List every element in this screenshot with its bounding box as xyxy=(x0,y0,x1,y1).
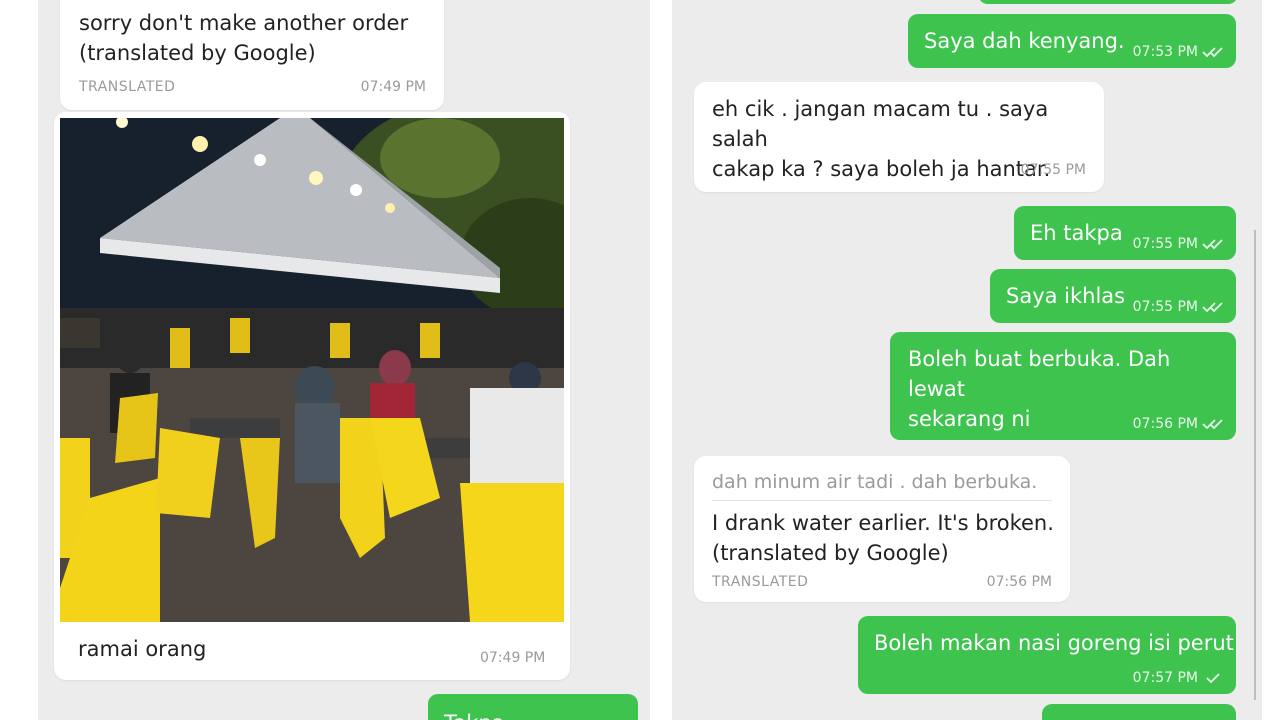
message-time: 07:57 PM xyxy=(1132,670,1198,686)
outgoing-message-partial-top[interactable] xyxy=(978,0,1238,4)
double-check-icon xyxy=(1202,419,1223,430)
message-meta: 07:53 PM xyxy=(1133,44,1224,60)
message-meta: 07:56 PM xyxy=(1133,416,1224,432)
incoming-translated-message[interactable]: sorry don't make another order (translat… xyxy=(60,0,444,110)
outgoing-message[interactable]: Saya dah kenyang. 07:53 PM xyxy=(908,14,1236,68)
message-text: I drank water earlier. It's broken. (tra… xyxy=(712,511,1054,565)
outgoing-message[interactable]: Boleh makan nasi goreng isi perut 07:57 … xyxy=(858,616,1236,694)
night-restaurant-photo xyxy=(60,118,564,622)
double-check-icon xyxy=(1202,47,1223,58)
outgoing-message-partial-bottom[interactable] xyxy=(1042,704,1236,720)
message-time: 07:49 PM xyxy=(360,79,426,95)
message-time: 07:55 PM xyxy=(1132,236,1198,252)
message-text: sorry don't make another order (translat… xyxy=(79,11,409,65)
message-text: Boleh makan nasi goreng isi perut xyxy=(874,631,1234,655)
photo-caption: ramai orang xyxy=(78,637,207,661)
double-check-icon xyxy=(1202,239,1223,250)
divider xyxy=(712,500,1052,501)
shared-photo[interactable] xyxy=(60,118,564,622)
outgoing-message[interactable]: Eh takpa 07:55 PM xyxy=(1014,206,1236,260)
chat-panel-right: Saya dah kenyang. 07:53 PM eh cik . jang… xyxy=(672,0,1262,720)
message-meta: 07:55 PM xyxy=(1133,299,1224,315)
single-check-icon xyxy=(1206,673,1220,684)
translated-tag: TRANSLATED xyxy=(79,79,176,95)
translated-tag: TRANSLATED xyxy=(712,574,809,590)
message-meta: 07:57 PM xyxy=(1133,670,1224,686)
message-meta: 07:55 PM xyxy=(1133,236,1224,252)
outgoing-message[interactable]: Boleh buat berbuka. Dah lewat sekarang n… xyxy=(890,332,1236,440)
message-time: 07:56 PM xyxy=(986,574,1052,590)
message-time: 07:53 PM xyxy=(1132,44,1198,60)
message-text: Saya ikhlas xyxy=(1006,284,1126,308)
message-text: Eh takpa xyxy=(1030,221,1123,245)
incoming-translated-message[interactable]: dah minum air tadi . dah berbuka. I dran… xyxy=(694,456,1070,602)
photo-message-time: 07:49 PM xyxy=(480,650,546,666)
message-time: 07:55 PM xyxy=(1020,162,1086,178)
message-text: Takpa xyxy=(444,708,505,720)
message-text: Saya dah kenyang. xyxy=(924,29,1125,53)
incoming-message[interactable]: eh cik . jangan macam tu . saya salah ca… xyxy=(694,82,1104,192)
scrollbar[interactable] xyxy=(1254,230,1256,700)
message-time: 07:56 PM xyxy=(1132,416,1198,432)
message-time: 07:55 PM xyxy=(1132,299,1198,315)
original-text: dah minum air tadi . dah berbuka. xyxy=(712,471,1038,493)
chat-panel-left: sorry don't make another order (translat… xyxy=(38,0,650,720)
outgoing-message-partial[interactable]: Takpa xyxy=(428,694,638,720)
outgoing-message[interactable]: Saya ikhlas 07:55 PM xyxy=(990,269,1236,323)
double-check-icon xyxy=(1202,302,1223,313)
